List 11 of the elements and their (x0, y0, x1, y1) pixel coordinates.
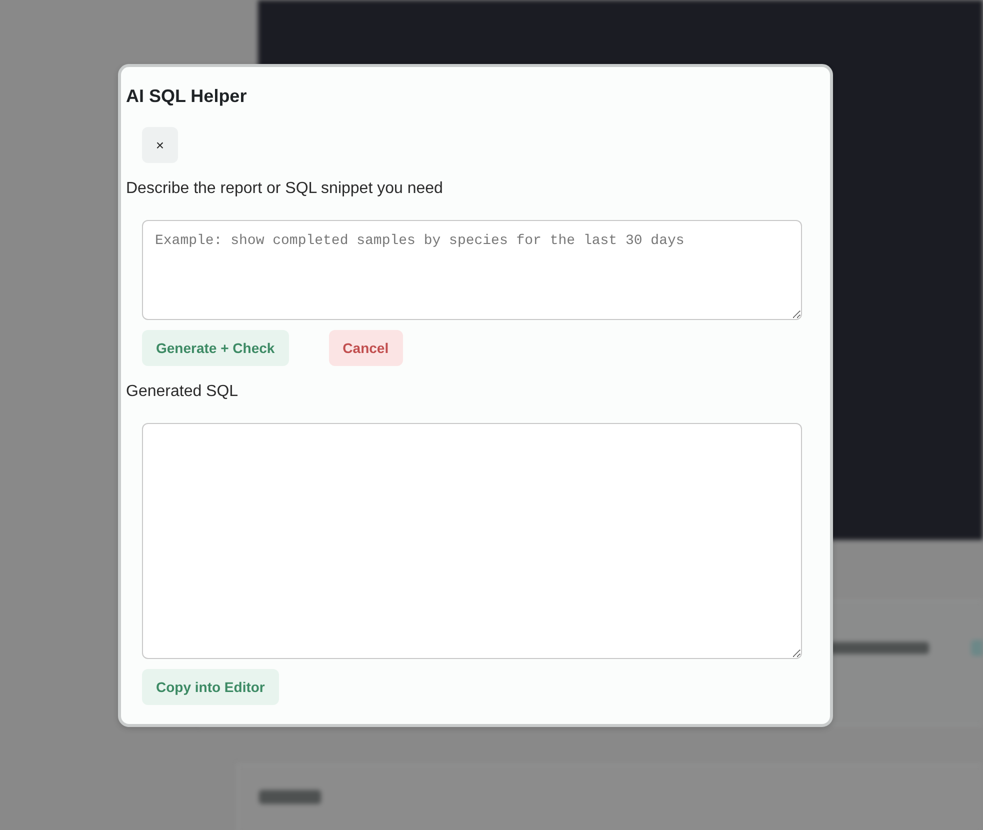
blurred-chip-drawing (971, 640, 983, 656)
sql-output-field[interactable] (142, 423, 802, 659)
close-button[interactable]: × (142, 127, 178, 163)
submit-button[interactable]: Generate + Check (142, 330, 289, 366)
dialog-title: AI SQL Helper (126, 85, 247, 107)
field-label: Generated SQL (126, 382, 238, 402)
copy-button[interactable]: Copy into Editor (142, 669, 279, 705)
prompt-field[interactable]: Example: show completed samples by species for the last 30 days (142, 220, 802, 320)
field-label: Describe the report or SQL snippet you need (126, 179, 443, 199)
blurred-heading-drawing (259, 790, 321, 804)
cancel-button[interactable]: Cancel (328, 330, 403, 366)
